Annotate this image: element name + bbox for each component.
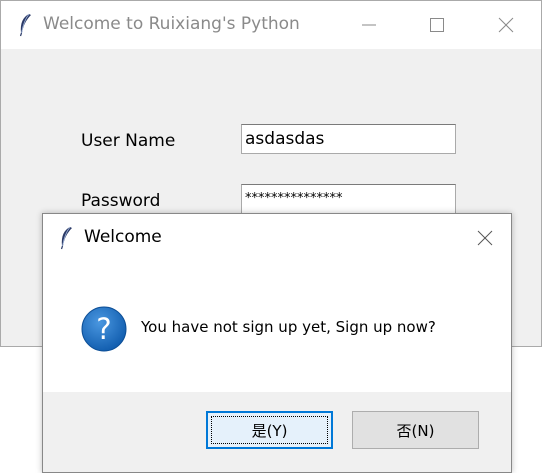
svg-text:?: ? — [96, 312, 111, 346]
username-input[interactable]: asdasdas — [241, 124, 456, 154]
minimize-button[interactable] — [334, 1, 404, 49]
minimize-icon — [362, 24, 376, 26]
no-button-label: 否(N) — [396, 421, 435, 440]
yes-button-label: 是(Y) — [251, 421, 288, 440]
feather-icon — [60, 226, 72, 250]
yes-button[interactable]: 是(Y) — [206, 411, 333, 449]
maximize-icon — [430, 18, 444, 32]
dialog-close-button[interactable] — [459, 214, 511, 262]
feather-icon — [19, 13, 31, 37]
password-input[interactable]: *************** — [241, 184, 456, 214]
window-title: Welcome to Ruixiang's Python — [43, 14, 300, 34]
maximize-button[interactable] — [402, 1, 472, 49]
close-icon — [477, 230, 493, 246]
dialog-title: Welcome — [84, 227, 162, 247]
close-button[interactable] — [471, 1, 541, 49]
dialog-body: ? You have not sign up yet, Sign up now? — [43, 262, 511, 392]
question-icon: ? — [81, 306, 127, 352]
dialog-title-bar[interactable]: Welcome — [43, 214, 511, 262]
dialog-message: You have not sign up yet, Sign up now? — [141, 318, 436, 336]
close-icon — [498, 17, 514, 33]
dialog-button-bar: 是(Y) 否(N) — [43, 392, 511, 472]
username-label: User Name — [81, 131, 176, 151]
title-bar[interactable]: Welcome to Ruixiang's Python — [1, 1, 541, 49]
welcome-dialog: Welcome ? You have not sign up yet, Sign… — [42, 213, 512, 473]
password-label: Password — [81, 191, 161, 211]
no-button[interactable]: 否(N) — [352, 411, 479, 449]
